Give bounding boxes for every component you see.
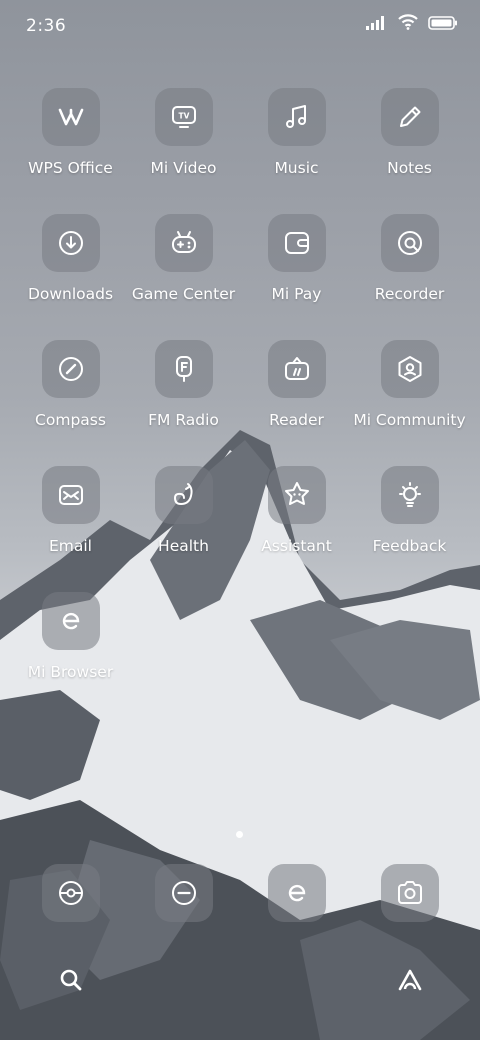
app-compass[interactable]: Compass (14, 340, 127, 429)
gamepad-icon (154, 214, 213, 272)
pencil-icon (380, 88, 439, 146)
community-icon (380, 340, 439, 398)
app-label: WPS Office (28, 159, 113, 177)
recorder-icon (380, 214, 439, 272)
app-assistant[interactable]: Assistant (240, 466, 353, 555)
app-label: Music (274, 159, 319, 177)
app-label: Mi Video (150, 159, 217, 177)
app-email[interactable]: Email (14, 466, 127, 555)
app-wps-office[interactable]: WPS Office (14, 88, 127, 177)
app-label: Downloads (27, 285, 114, 303)
download-icon (41, 214, 100, 272)
battery-icon (428, 15, 458, 34)
app-label: Mi Browser (27, 663, 114, 681)
phone-icon (41, 864, 100, 922)
health-icon (154, 466, 213, 524)
compass-icon (41, 340, 100, 398)
app-label: Compass (35, 411, 106, 429)
app-label: Assistant (261, 537, 332, 555)
browser-icon (41, 592, 100, 650)
messages-icon (154, 864, 213, 922)
assistant-icon (267, 466, 326, 524)
radio-icon (154, 340, 213, 398)
app-label: Recorder (374, 285, 445, 303)
app-reader[interactable]: Reader (240, 340, 353, 429)
app-health[interactable]: Health (127, 466, 240, 555)
book-icon (267, 340, 326, 398)
app-downloads[interactable]: Downloads (14, 214, 127, 303)
tv-icon: TV (154, 88, 213, 146)
dock-messages[interactable] (127, 864, 240, 922)
status-bar: 2:36 (0, 0, 480, 52)
app-feedback[interactable]: Feedback (353, 466, 466, 555)
app-label: Mi Pay (271, 285, 322, 303)
browser-icon (267, 864, 326, 922)
app-mi-community[interactable]: Mi Community (353, 340, 466, 429)
app-fm-radio[interactable]: FM Radio (127, 340, 240, 429)
dock-camera[interactable] (353, 864, 466, 922)
signal-icon (366, 15, 388, 34)
app-recorder[interactable]: Recorder (353, 214, 466, 303)
app-label: Feedback (372, 537, 447, 555)
status-time: 2:36 (26, 16, 67, 36)
app-music[interactable]: Music (240, 88, 353, 177)
page-indicator-dot[interactable] (236, 831, 243, 838)
app-label: Mi Community (353, 411, 466, 429)
app-label: Reader (269, 411, 324, 429)
app-label: Health (158, 537, 209, 555)
app-game-center[interactable]: Game Center (127, 214, 240, 303)
svg-text:TV: TV (178, 112, 189, 121)
app-mi-browser[interactable]: Mi Browser (14, 592, 127, 681)
app-label: Email (48, 537, 92, 555)
wallet-icon (267, 214, 326, 272)
bulb-icon (380, 466, 439, 524)
camera-icon (380, 864, 439, 922)
dock-browser[interactable] (240, 864, 353, 922)
app-mi-pay[interactable]: Mi Pay (240, 214, 353, 303)
wifi-icon (398, 14, 418, 34)
search-icon[interactable] (51, 960, 91, 1000)
music-note-icon (267, 88, 326, 146)
app-label: Notes (387, 159, 432, 177)
app-mi-video[interactable]: TV Mi Video (127, 88, 240, 177)
app-label: Game Center (131, 285, 236, 303)
email-icon (41, 466, 100, 524)
assistant-a-icon[interactable] (390, 960, 430, 1000)
app-notes[interactable]: Notes (353, 88, 466, 177)
wps-office-icon (41, 88, 100, 146)
app-label: FM Radio (148, 411, 219, 429)
dock-phone[interactable] (14, 864, 127, 922)
